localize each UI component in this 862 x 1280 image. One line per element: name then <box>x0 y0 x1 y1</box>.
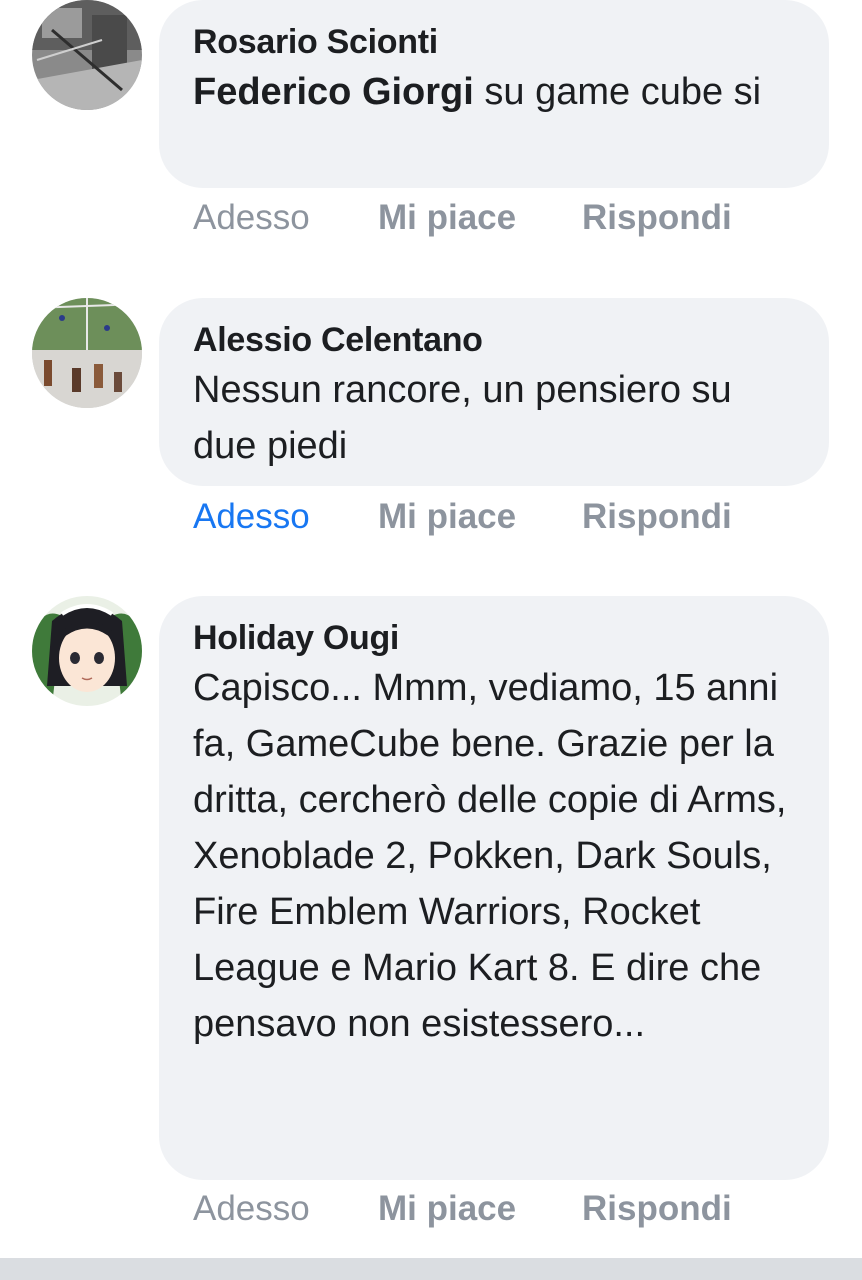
reply-button[interactable]: Rispondi <box>582 1184 732 1234</box>
avatar[interactable] <box>32 298 142 408</box>
like-button[interactable]: Mi piace <box>378 1184 516 1234</box>
bottom-divider <box>0 1258 862 1280</box>
football-photo-avatar-icon <box>32 298 142 408</box>
timestamp-link[interactable]: Adesso <box>193 492 310 542</box>
comment-author[interactable]: Holiday Ougi <box>193 618 795 658</box>
comment-text: Federico Giorgi su game cube si <box>193 64 795 120</box>
comment-bubble: Rosario Scionti Federico Giorgi su game … <box>159 0 829 188</box>
avatar[interactable] <box>32 0 142 110</box>
avatar[interactable] <box>32 596 142 706</box>
comment-author[interactable]: Rosario Scionti <box>193 22 795 62</box>
like-button[interactable]: Mi piace <box>378 492 516 542</box>
comment-text: Nessun rancore, un pensiero su due piedi <box>193 369 732 467</box>
comment-bubble: Alessio Celentano Nessun rancore, un pen… <box>159 298 829 486</box>
reply-button[interactable]: Rispondi <box>582 492 732 542</box>
comment-author[interactable]: Alessio Celentano <box>193 320 795 360</box>
comment-body: su game cube si <box>473 71 762 113</box>
grayscale-photo-avatar-icon <box>32 0 142 110</box>
comment-text: Capisco... Mmm, vediamo, 15 anni fa, Gam… <box>193 667 787 1045</box>
mention-link[interactable]: Federico Giorgi <box>193 71 474 113</box>
timestamp-link[interactable]: Adesso <box>193 1184 310 1234</box>
anime-girl-avatar-icon <box>32 596 142 706</box>
like-button[interactable]: Mi piace <box>378 193 516 243</box>
comment-bubble: Holiday Ougi Capisco... Mmm, vediamo, 15… <box>159 596 829 1180</box>
reply-button[interactable]: Rispondi <box>582 193 732 243</box>
timestamp-link[interactable]: Adesso <box>193 193 310 243</box>
